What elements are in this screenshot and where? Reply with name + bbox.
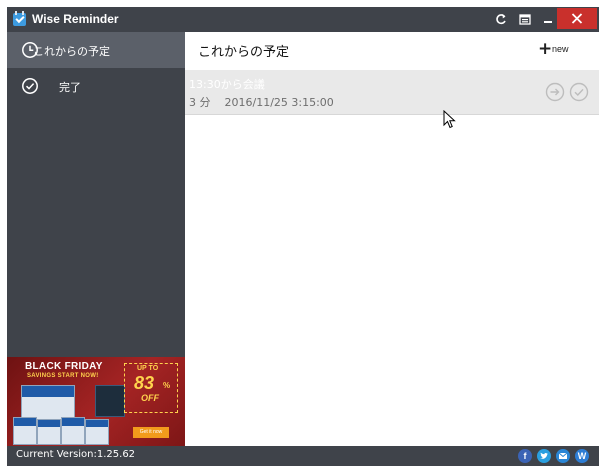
reminder-remaining: 3 分 [189, 96, 211, 109]
wisecleaner-icon[interactable]: W [575, 449, 589, 463]
discount-off: OFF [141, 393, 159, 403]
page-title: これからの予定 [198, 45, 290, 60]
new-label: new [552, 44, 569, 54]
product-box-image [85, 419, 109, 445]
mail-icon[interactable] [556, 449, 570, 463]
ad-headline: BLACK FRIDAY [25, 361, 103, 372]
version-label: Current Version:1.25.62 [16, 449, 136, 460]
ad-subheadline: SAVINGS START NOW! [27, 373, 99, 379]
mark-done-button[interactable] [569, 82, 589, 102]
sidebar: これからの予定 完了 BLACK FRIDAY SAVINGS START NO… [7, 32, 185, 446]
ad-banner[interactable]: BLACK FRIDAY SAVINGS START NOW! UP TO 83… [7, 357, 185, 446]
twitter-icon[interactable] [537, 449, 551, 463]
sidebar-item-label: 完了 [59, 81, 81, 94]
calendar-check-icon [13, 11, 26, 26]
sidebar-item-upcoming[interactable]: これからの予定 [7, 32, 185, 68]
tray-icon[interactable] [514, 9, 536, 30]
get-it-now-button[interactable]: Get it now [133, 427, 169, 438]
reminder-datetime: 2016/11/25 3:15:00 [224, 96, 334, 109]
title-bar[interactable]: Wise Reminder [7, 7, 599, 32]
app-title: Wise Reminder [32, 12, 119, 26]
mouse-cursor-icon [443, 110, 456, 129]
sidebar-item-label: これからの予定 [33, 45, 110, 58]
product-box-image [37, 419, 61, 445]
go-button[interactable] [545, 82, 565, 102]
minimize-icon[interactable] [537, 9, 559, 30]
product-screen-image [95, 385, 125, 417]
product-box-image [61, 417, 85, 445]
check-circle-icon [569, 82, 589, 102]
reminder-title: 13:30から会議 [189, 78, 265, 91]
refresh-icon[interactable] [490, 9, 512, 30]
close-button[interactable] [557, 8, 597, 29]
facebook-icon[interactable]: f [518, 449, 532, 463]
close-icon [571, 13, 583, 24]
discount-percent: 83 [134, 373, 155, 393]
plus-icon: + [538, 39, 553, 59]
check-circle-icon [21, 77, 39, 95]
arrow-right-circle-icon [545, 82, 565, 102]
status-bar: Current Version:1.25.62 f W [7, 446, 599, 466]
product-box-image [13, 417, 37, 445]
sidebar-item-completed[interactable]: 完了 [7, 68, 185, 104]
discount-upto: UP TO [137, 365, 159, 372]
main-panel: これからの予定 + new 13:30から会議 3 分 2016/11/25 3:… [185, 32, 599, 446]
discount-percent-sign: % [163, 381, 171, 390]
reminder-info: 3 分 2016/11/25 3:15:00 [189, 94, 334, 110]
reminder-row[interactable]: 13:30から会議 3 分 2016/11/25 3:15:00 [185, 70, 599, 129]
app-window: Wise Reminder これからの予定 完了 BLACK FRIDAY SA… [7, 7, 599, 466]
